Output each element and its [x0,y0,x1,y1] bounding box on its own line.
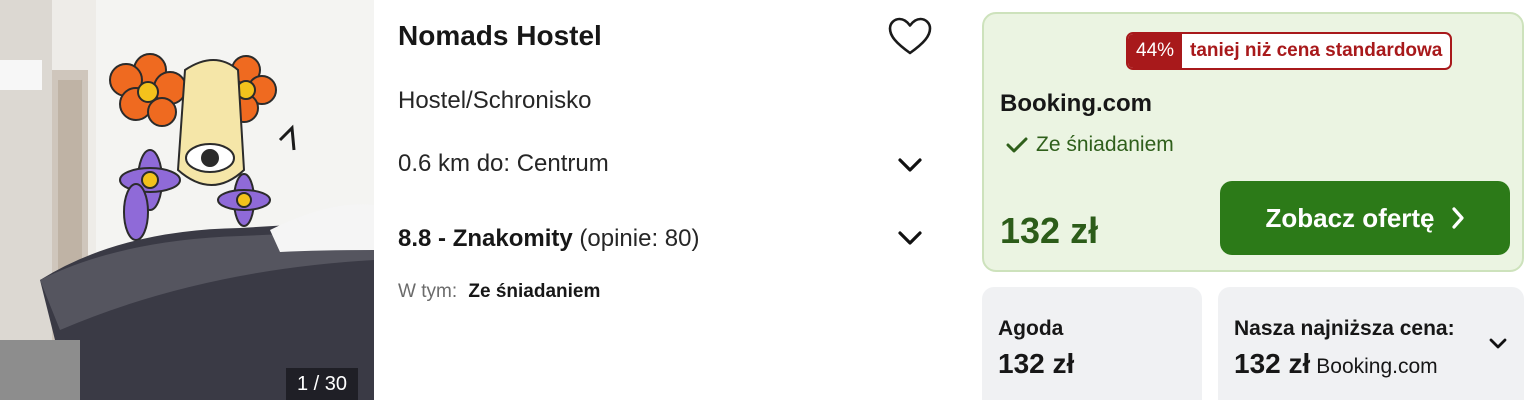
offer-feature: Ze śniadaniem [1006,133,1174,157]
checkmark-icon [1006,137,1028,153]
photo-counter: 1 / 30 [286,368,358,400]
offer-feature-label: Ze śniadaniem [1036,133,1174,156]
accommodation-type: Hostel/Schronisko [398,87,592,114]
lowest-price-card[interactable]: Nasza najniższa cena: 132 zł Booking.com [1218,287,1524,400]
distance-text: 0.6 km do: Centrum [398,150,609,177]
discount-percent: 44% [1128,34,1183,68]
discount-badge: 44% taniej niż cena standardowa [1126,32,1453,70]
chevron-down-icon [1489,338,1507,349]
chevron-down-icon [898,158,922,172]
distance-expand-button[interactable] [895,150,925,180]
includes-value: Ze śniadaniem [468,281,601,302]
lowest-price-provider: Booking.com [1316,355,1438,378]
view-offer-button[interactable]: Zobacz ofertę [1220,181,1510,255]
lowest-price-value: 132 zł Booking.com [1234,348,1438,380]
best-offer-card[interactable]: 44% taniej niż cena standardowa Booking.… [982,12,1524,272]
room-illustration [0,0,374,400]
chevron-down-icon [898,231,922,245]
rating-reviews: (opinie: 80) [579,225,700,252]
favorite-button[interactable] [886,15,934,59]
lowest-price-amount: 132 zł [1234,348,1311,379]
lowest-price-expand-button[interactable] [1486,332,1510,356]
alt-offer-price: 132 zł [998,348,1075,379]
alt-offer-provider: Agoda [998,317,1064,340]
rating-score: 8.8 - Znakomity [398,225,573,252]
includes-label: W tym: [398,281,458,302]
hotel-name[interactable]: Nomads Hostel [398,20,602,52]
view-offer-label: Zobacz ofertę [1265,202,1435,233]
hotel-photo[interactable]: 1 / 30 [0,0,374,400]
discount-text: taniej niż cena standardowa [1190,40,1443,61]
lowest-price-label: Nasza najniższa cena: [1234,317,1455,340]
alt-offer-agoda[interactable]: Agoda 132 zł [982,287,1202,400]
rating-expand-button[interactable] [895,223,925,253]
chevron-right-icon [1451,207,1464,229]
offer-price: 132 zł [1000,210,1099,251]
offer-provider: Booking.com [1000,90,1153,117]
rating[interactable]: 8.8 - Znakomity (opinie: 80) [398,225,699,253]
heart-outline-icon [888,17,932,55]
included-amenities: W tym: Ze śniadaniem [398,281,600,303]
